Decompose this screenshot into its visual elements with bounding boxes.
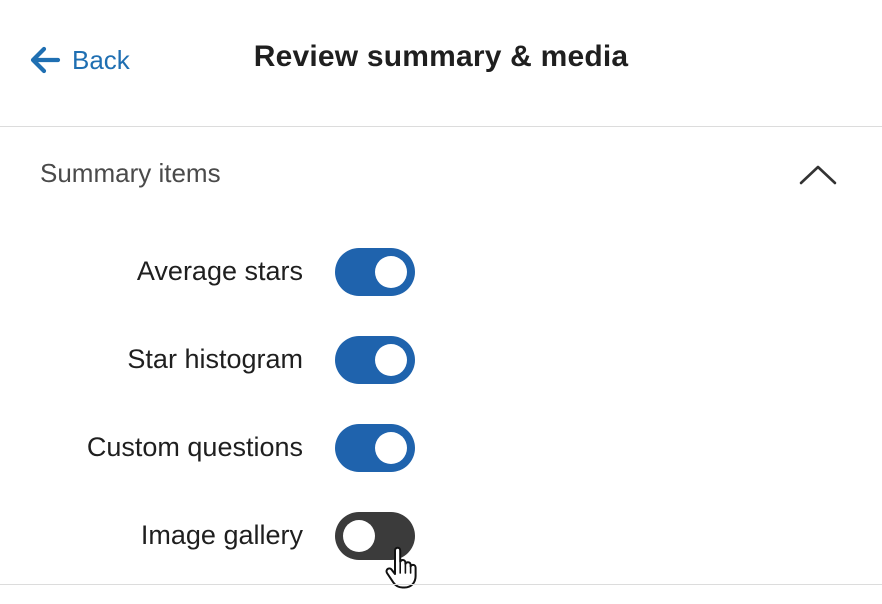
- section-title: Summary items: [40, 158, 221, 188]
- toggle-knob: [343, 520, 375, 552]
- page-header: Back Review summary & media: [0, 0, 882, 127]
- custom-questions-label: Custom questions: [86, 432, 303, 462]
- star-histogram-toggle[interactable]: [335, 336, 415, 384]
- chevron-up-icon[interactable]: [796, 162, 840, 188]
- custom-questions-toggle[interactable]: [335, 424, 415, 472]
- average-stars-label: Average stars: [136, 256, 303, 286]
- summary-items-section-toggle[interactable]: Summary items: [0, 128, 882, 226]
- star-histogram-row: Star histogram: [0, 336, 882, 392]
- toggle-knob: [375, 432, 407, 464]
- review-summary-page: Back Review summary & media Summary item…: [0, 0, 882, 604]
- average-stars-row: Average stars: [0, 248, 882, 304]
- star-histogram-label: Star histogram: [127, 344, 303, 374]
- toggle-knob: [375, 256, 407, 288]
- image-gallery-row: Image gallery: [0, 512, 882, 568]
- bottom-divider: [0, 584, 882, 585]
- average-stars-toggle[interactable]: [335, 248, 415, 296]
- page-title: Review summary & media: [253, 40, 629, 73]
- image-gallery-label: Image gallery: [140, 520, 303, 550]
- toggle-knob: [375, 344, 407, 376]
- custom-questions-row: Custom questions: [0, 424, 882, 480]
